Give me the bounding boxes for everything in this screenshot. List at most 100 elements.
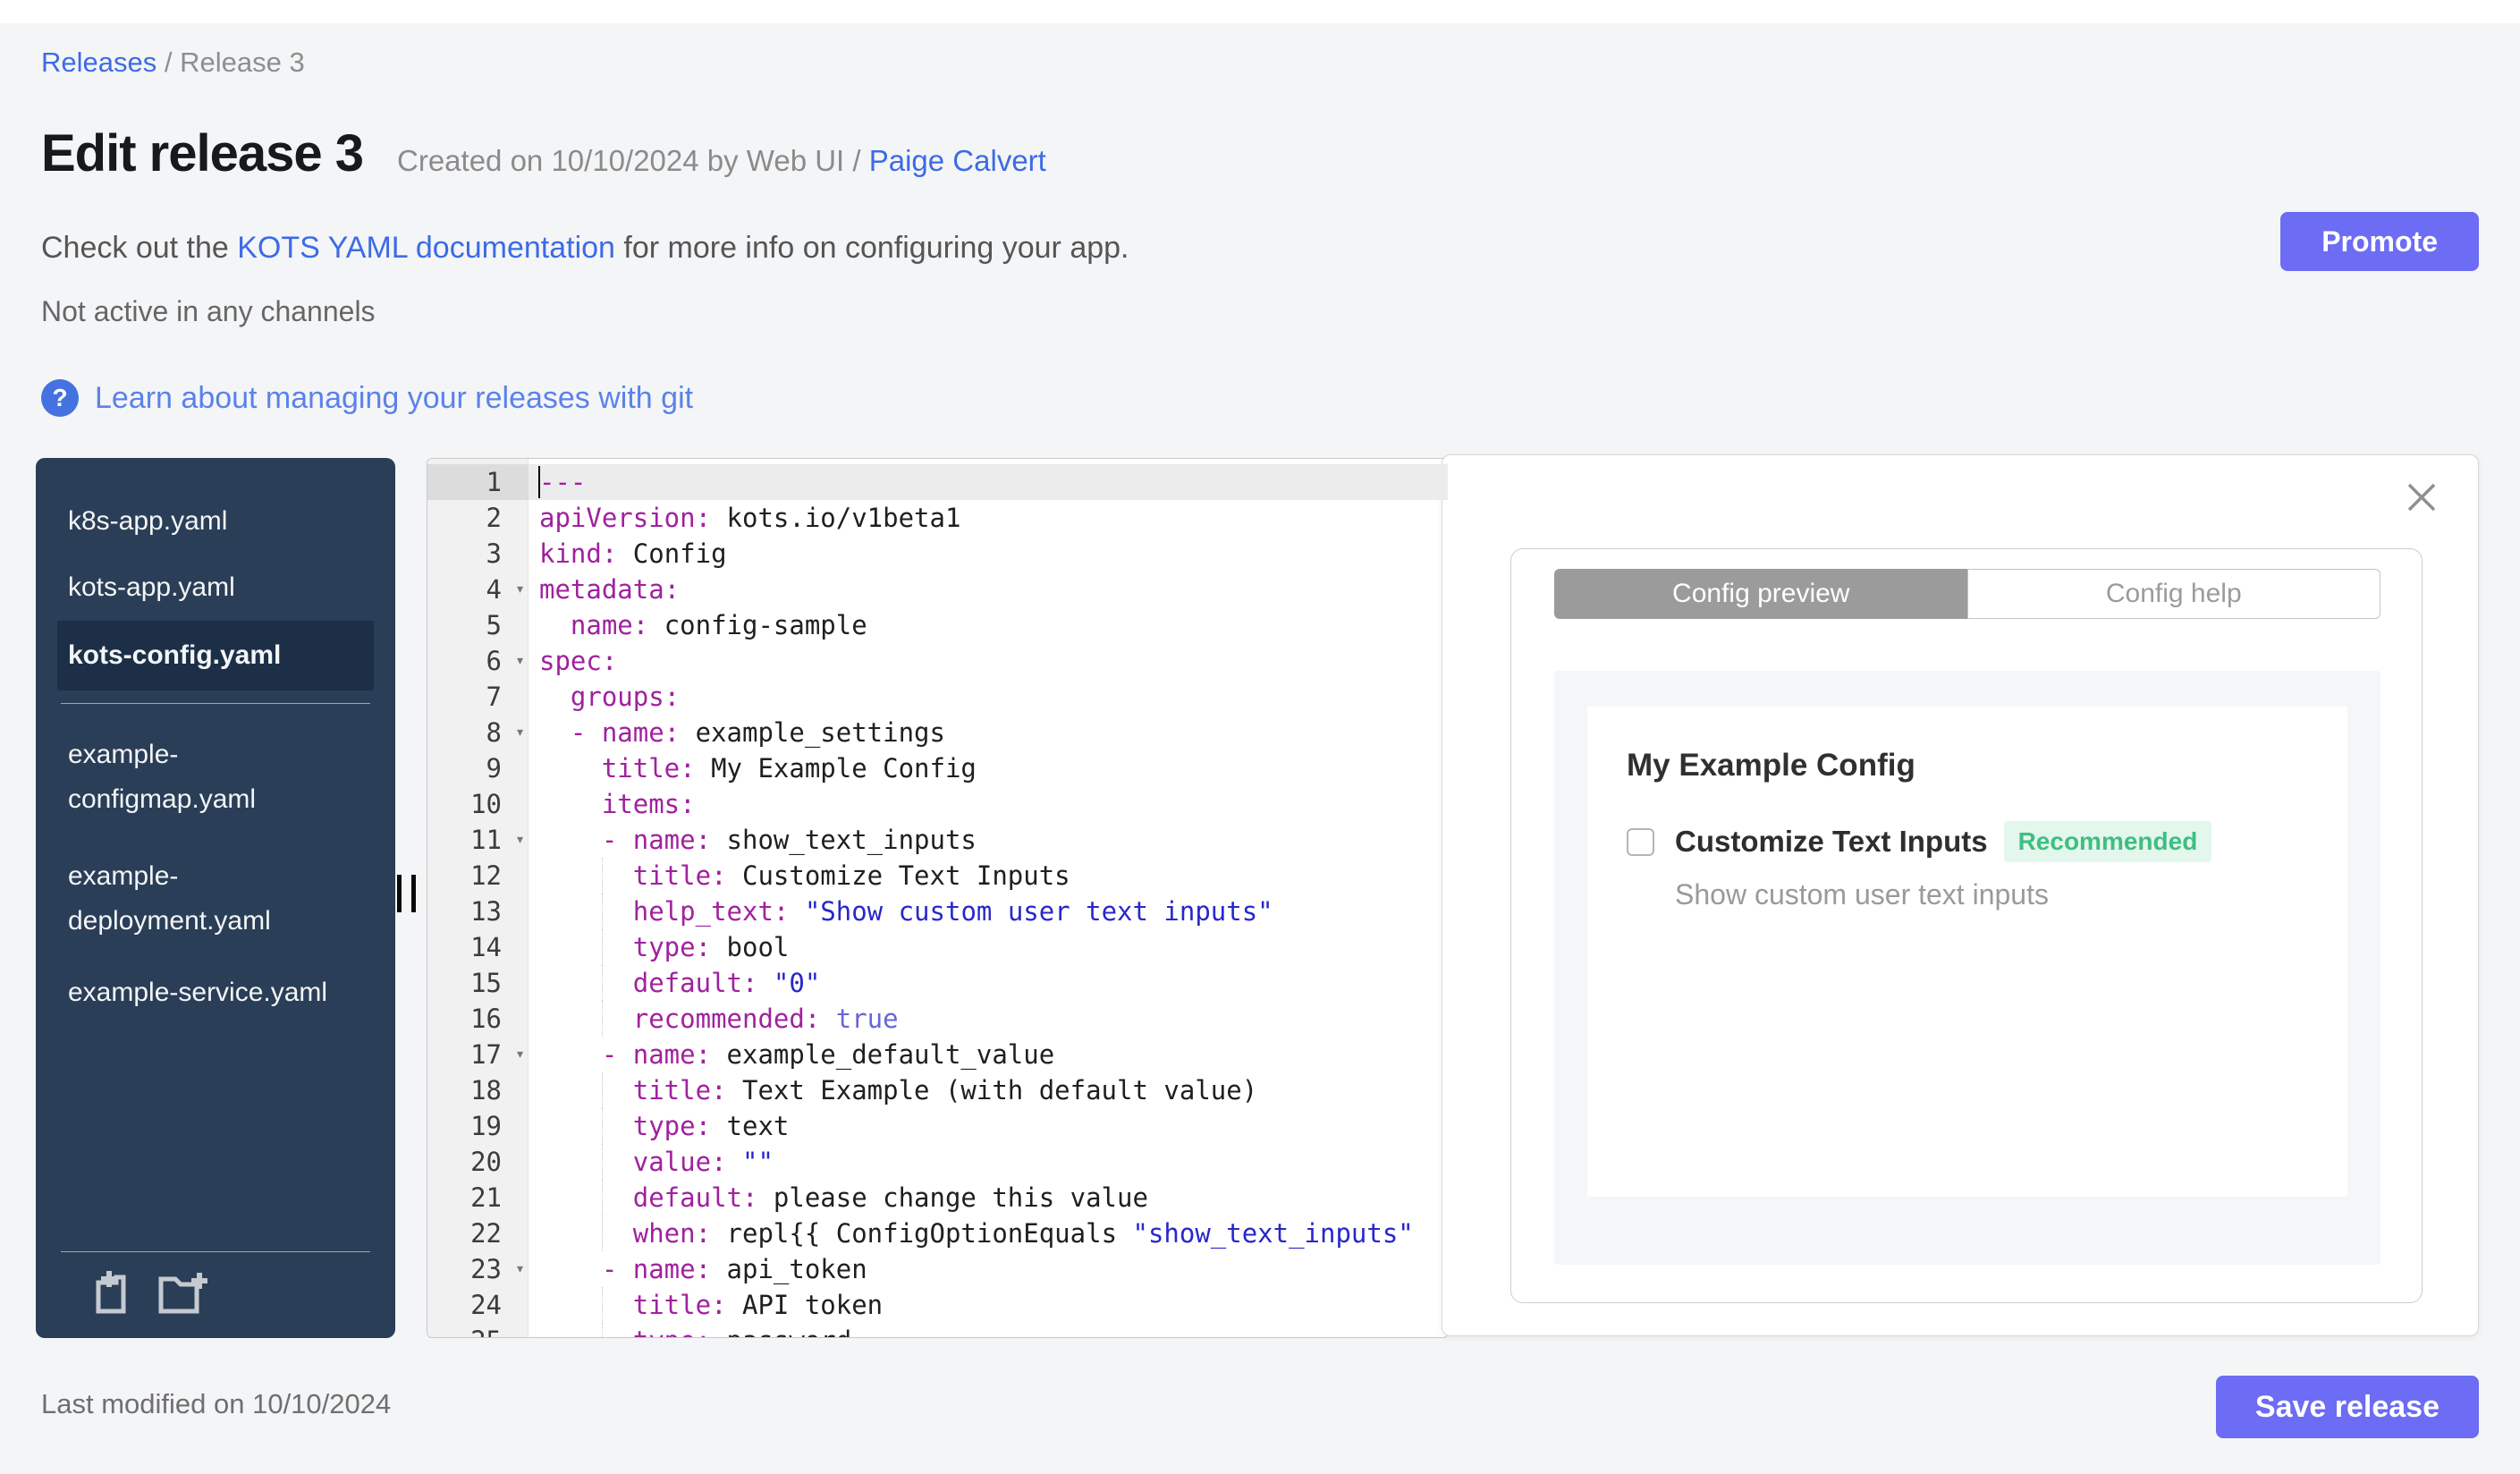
code-line[interactable]: 11 ▾ - name: show_text_inputs [427, 822, 1448, 858]
code-line[interactable]: 13 help_text: "Show custom user text inp… [427, 894, 1448, 929]
config-preview-area: My Example Config Customize Text Inputs … [1554, 671, 2380, 1265]
fold-arrow-icon[interactable]: ▾ [515, 572, 525, 607]
title-row: Edit release 3 Created on 10/10/2024 by … [41, 123, 1046, 183]
close-icon [2407, 483, 2436, 512]
code-line[interactable]: 16 recommended: true [427, 1001, 1448, 1037]
code-line[interactable]: 18 title: Text Example (with default val… [427, 1072, 1448, 1108]
line-number: 12 [470, 860, 502, 891]
code-line[interactable]: 19 type: text [427, 1108, 1448, 1144]
text-cursor [538, 466, 540, 498]
config-item-label: Customize Text Inputs [1675, 825, 1988, 858]
sidebar-file-item[interactable]: k8s-app.yaml [36, 488, 395, 555]
sidebar-file-item[interactable]: example-deployment.yaml [36, 838, 331, 960]
line-number: 20 [470, 1147, 502, 1177]
indent-guide [601, 1144, 603, 1180]
line-number: 24 [470, 1290, 502, 1320]
fold-arrow-icon[interactable]: ▾ [515, 715, 525, 750]
new-folder-icon[interactable] [157, 1270, 209, 1315]
code-line[interactable]: 17 ▾ - name: example_default_value [427, 1037, 1448, 1072]
code-line-text: default: "0" [529, 965, 1448, 1001]
code-line[interactable]: 5 name: config-sample [427, 607, 1448, 643]
sidebar-file-item[interactable]: example-service.yaml [36, 960, 395, 1026]
code-line-text: name: config-sample [570, 610, 867, 640]
code-line[interactable]: 24 title: API token [427, 1287, 1448, 1323]
code-line[interactable]: 1 --- [427, 464, 1448, 500]
line-number: 10 [470, 789, 502, 819]
code-line-text: title: API token [529, 1287, 1448, 1323]
line-number: 9 [486, 753, 502, 784]
config-item-row: Customize Text Inputs Recommended [1627, 821, 2308, 862]
fold-arrow-icon[interactable]: ▾ [515, 1251, 525, 1287]
fold-arrow-icon[interactable]: ▾ [515, 822, 525, 858]
line-number: 16 [470, 1004, 502, 1034]
code-line[interactable]: 23 ▾ - name: api_token [427, 1251, 1448, 1287]
code-line-text: - name: show_text_inputs [601, 825, 977, 855]
sidebar-divider [61, 703, 370, 704]
git-help-row: ? Learn about managing your releases wit… [41, 379, 693, 417]
created-text: Created on 10/10/2024 by Web UI / [397, 144, 869, 177]
code-line[interactable]: 21 default: please change this value [427, 1180, 1448, 1216]
code-line-text: when: repl{{ ConfigOptionEquals "show_te… [529, 1216, 1448, 1251]
indent-guide [601, 929, 603, 965]
fold-arrow-icon[interactable]: ▾ [515, 643, 525, 679]
kots-doc-link[interactable]: KOTS YAML documentation [237, 231, 615, 265]
code-line-text: --- [529, 464, 1448, 500]
sidebar-file-item[interactable]: kots-config.yaml [57, 621, 374, 690]
line-number: 23 ▾ [427, 1251, 529, 1287]
sidebar-file-item[interactable]: kots-app.yaml [36, 555, 395, 621]
tab-config-preview[interactable]: Config preview [1554, 569, 1967, 619]
config-item-help: Show custom user text inputs [1675, 878, 2049, 911]
code-line[interactable]: 14 type: bool [427, 929, 1448, 965]
code-line-text: apiVersion: kots.io/v1beta1 [539, 503, 961, 533]
git-help-link[interactable]: Learn about managing your releases with … [95, 381, 693, 416]
code-line-text: value: "" [529, 1144, 1448, 1180]
code-line[interactable]: 8 ▾ - name: example_settings [427, 715, 1448, 750]
code-line[interactable]: 10 items: [427, 786, 1448, 822]
new-file-icon[interactable] [91, 1270, 134, 1315]
pane-resize-handle-left[interactable] [397, 875, 416, 912]
code-line[interactable]: 20 value: "" [427, 1144, 1448, 1180]
config-item-checkbox[interactable] [1627, 827, 1654, 856]
sidebar-footer [36, 1251, 395, 1338]
code-line-text: items: [601, 789, 696, 819]
code-line[interactable]: 25 type: password [427, 1323, 1448, 1337]
code-line[interactable]: 15 default: "0" [427, 965, 1448, 1001]
code-line[interactable]: 3 kind: Config [427, 536, 1448, 572]
created-info: Created on 10/10/2024 by Web UI / Paige … [397, 144, 1046, 178]
code-line-text: groups: [570, 682, 681, 712]
question-mark-icon[interactable]: ? [41, 379, 79, 417]
line-number: 21 [470, 1182, 502, 1213]
recommended-badge: Recommended [2003, 821, 2212, 862]
promote-button[interactable]: Promote [2280, 212, 2479, 271]
code-line[interactable]: 2 apiVersion: kots.io/v1beta1 [427, 500, 1448, 536]
sidebar-file-item[interactable]: example-configmap.yaml [36, 716, 331, 838]
code-line[interactable]: 7 groups: [427, 679, 1448, 715]
fold-arrow-icon[interactable]: ▾ [515, 1037, 525, 1072]
code-line-text: title: My Example Config [601, 753, 977, 784]
breadcrumb-current: Release 3 [180, 47, 305, 78]
close-panel-button[interactable] [2405, 480, 2439, 514]
indent-guide [601, 858, 603, 894]
code-line[interactable]: 4 ▾ metadata: [427, 572, 1448, 607]
top-band [0, 0, 2520, 23]
code-line-text: - name: example_settings [570, 717, 945, 748]
sidebar-footer-divider [61, 1251, 370, 1252]
code-line[interactable]: 9 title: My Example Config [427, 750, 1448, 786]
line-number: 25 [427, 1323, 529, 1337]
breadcrumb-releases-link[interactable]: Releases [41, 47, 156, 78]
code-line[interactable]: 6 ▾ spec: [427, 643, 1448, 679]
code-line-text: type: bool [529, 929, 1448, 965]
config-tab-bar: Config preview Config help [1554, 569, 2380, 619]
save-release-button[interactable]: Save release [2215, 1376, 2479, 1438]
file-sidebar: k8s-app.yaml kots-app.yaml kots-config.yam… [36, 458, 395, 1338]
indent-guide [601, 1180, 603, 1216]
code-line-text: spec: [539, 646, 618, 676]
tab-config-help[interactable]: Config help [1966, 569, 2380, 619]
code-editor[interactable]: 1 --- 2 apiVersion: kots.io/v1beta1 3 kind: C… [427, 458, 1449, 1338]
code-line[interactable]: 22 when: repl{{ ConfigOptionEquals "show… [427, 1216, 1448, 1251]
line-number: 15 [470, 968, 502, 998]
author-link[interactable]: Paige Calvert [869, 144, 1046, 177]
config-group-title: My Example Config [1627, 748, 1915, 783]
code-line[interactable]: 12 title: Customize Text Inputs [427, 858, 1448, 894]
line-number: 6 ▾ [427, 643, 529, 679]
